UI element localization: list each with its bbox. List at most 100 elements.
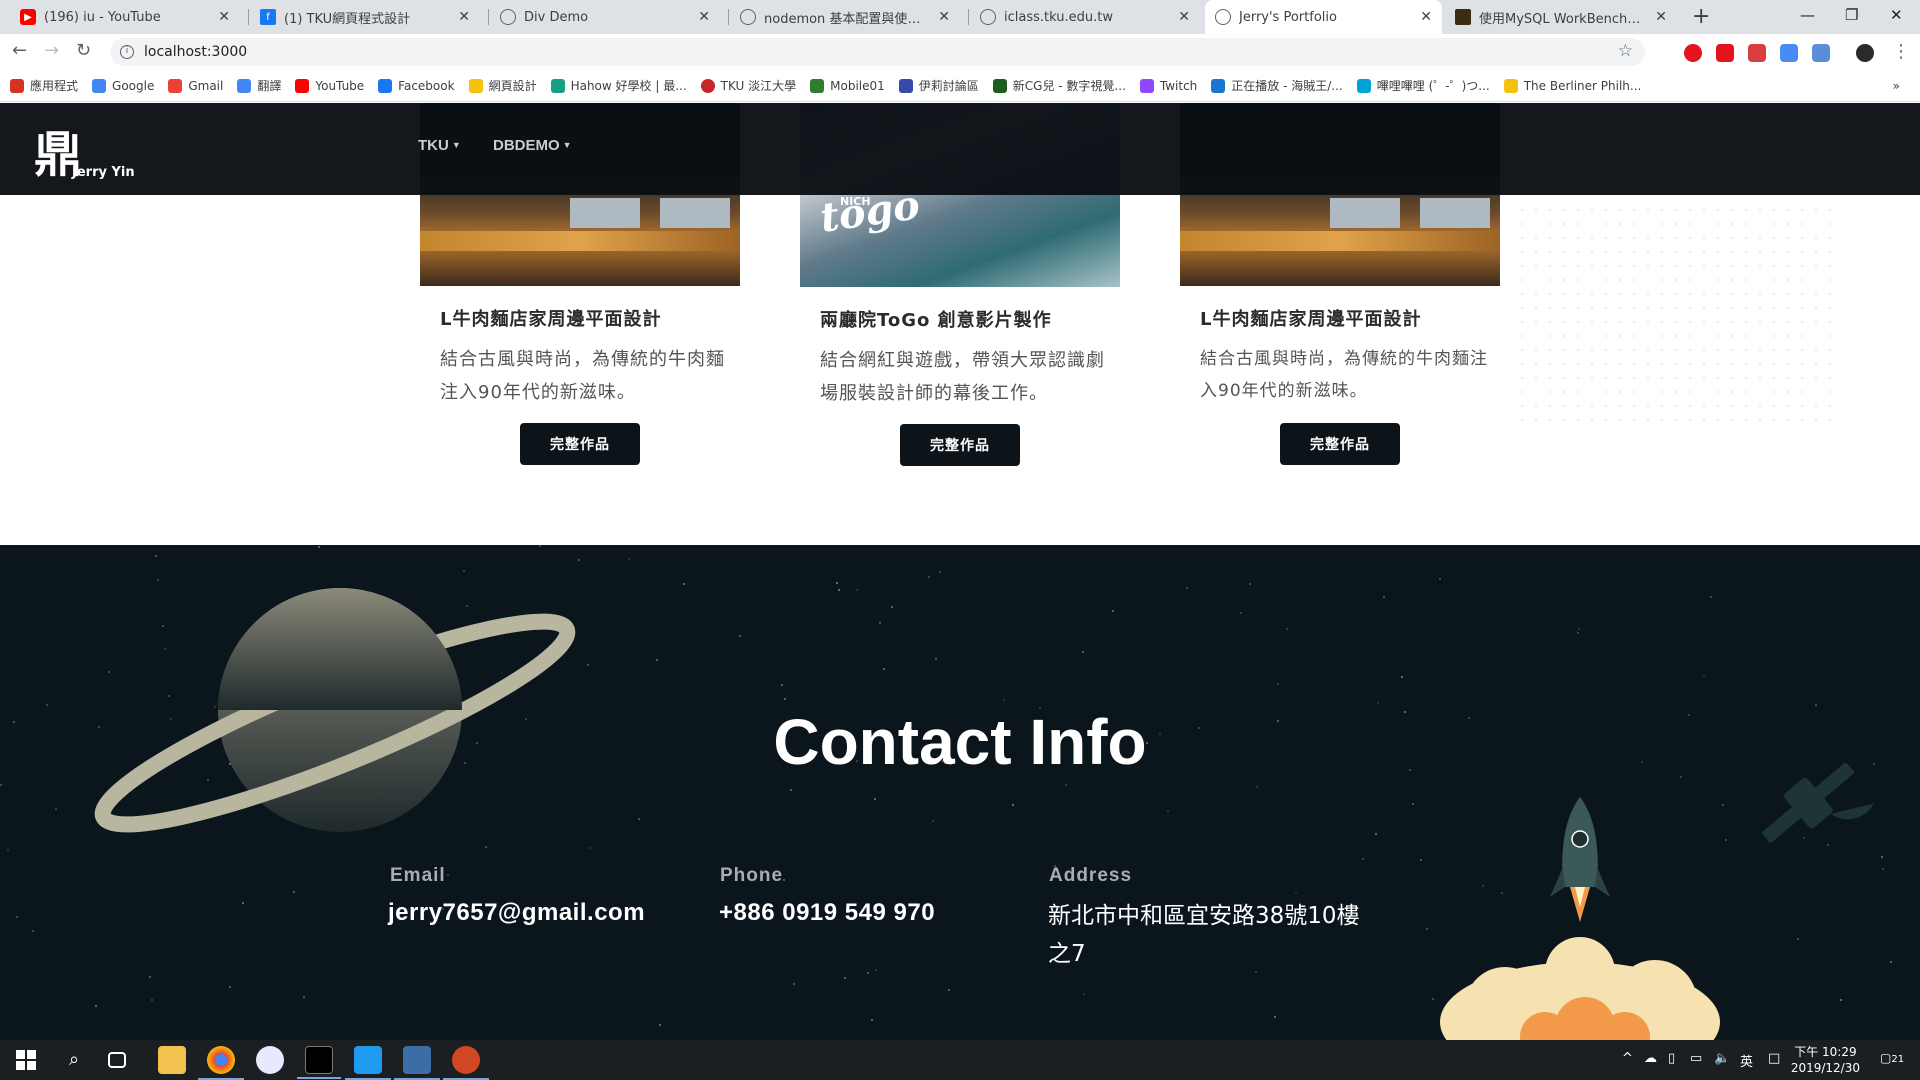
star-dot [838,588,841,591]
bookmark-mobile01[interactable]: Mobile01 [810,78,885,93]
star-dot [1064,783,1067,786]
youtube-icon: ▶ [20,9,36,25]
bookmark-gmail[interactable]: Gmail [168,78,223,93]
terminal-icon[interactable] [297,1046,341,1079]
mobile01-icon [810,78,825,93]
battery-icon[interactable]: ▯ [1668,1051,1675,1066]
browser-tab-active[interactable]: Jerry's Portfolio ✕ [1205,0,1442,34]
avatar[interactable] [1856,44,1874,62]
bookmark-tku[interactable]: TKU 淡江大學 [700,77,796,94]
nav-dropdown-tku[interactable]: TKU ▼ [418,137,461,154]
itunes-icon[interactable] [256,1046,284,1074]
bookmark-twitch[interactable]: Twitch [1139,78,1197,93]
task-view-icon[interactable] [108,1052,126,1068]
file-explorer-icon[interactable] [158,1046,186,1074]
onedrive-icon[interactable]: ☁ [1644,1051,1657,1066]
close-tab-icon[interactable]: ✕ [458,9,470,25]
bookmark-anime[interactable]: 正在播放 - 海賊王/... [1211,77,1343,94]
browser-tab[interactable]: 使用MySQL WorkBench匯入資料 ✕ [1445,0,1677,34]
star-dot [836,581,839,584]
new-tab-button[interactable]: + [1692,4,1710,29]
star-dot [149,975,152,978]
address-label: Address [1049,865,1133,886]
vscode-icon[interactable] [345,1046,391,1080]
forward-icon[interactable]: → [44,40,59,61]
bookmark-translate[interactable]: 翻譯 [237,77,281,94]
bookmark-cg[interactable]: 新CG兒 - 數字視覺... [992,77,1126,94]
view-work-button[interactable]: 完整作品 [520,423,640,465]
email-label: Email [390,865,446,886]
close-tab-icon[interactable]: ✕ [698,9,710,25]
star-dot [155,555,158,558]
star-dot [739,635,742,638]
star-dot [883,668,886,671]
extension-icon[interactable] [1716,44,1734,62]
bookmark-eyny[interactable]: 伊莉討論區 [898,77,979,94]
restore-icon[interactable]: ❐ [1845,6,1858,24]
star-dot [1362,858,1365,861]
info-icon[interactable]: i [120,45,134,59]
contact-title: Contact Info [773,706,1147,778]
more-bookmarks-icon[interactable]: » [1893,79,1900,93]
close-tab-icon[interactable]: ✕ [1178,9,1190,25]
star-dot [891,606,894,609]
chrome-icon[interactable] [198,1046,244,1080]
notification-center-icon[interactable]: ▢21 [1880,1051,1904,1065]
star-dot [682,582,685,585]
windows-start-icon[interactable] [12,1046,40,1074]
browser-tab[interactable]: nodemon 基本配置與使用 - 壹言 ✕ [730,0,960,34]
bookmark-bilibili[interactable]: 嗶哩嗶哩 (゜-゜)つ... [1356,77,1490,94]
globe-icon [500,9,516,25]
view-work-button[interactable]: 完整作品 [1280,423,1400,465]
menu-icon[interactable]: ⋮ [1892,41,1910,62]
browser-tab[interactable]: ▶ (196) iu - YouTube ✕ [10,0,240,34]
view-work-button[interactable]: 完整作品 [900,424,1020,466]
bookmark-folder[interactable]: 網頁設計 [468,77,537,94]
browser-tab[interactable]: Div Demo ✕ [490,0,720,34]
bookmark-apps[interactable]: 應用程式 [10,77,78,94]
close-tab-icon[interactable]: ✕ [218,9,230,25]
browser-tab-strip: ▶ (196) iu - YouTube ✕ f (1) TKU網頁程式設計 ✕… [0,0,1920,34]
taskbar-clock[interactable]: 下午 10:29 2019/12/30 [1791,1044,1860,1076]
card-title: 兩廳院ToGo 創意影片製作 [820,310,1052,331]
tray-chevron-icon[interactable]: ^ [1622,1051,1633,1066]
close-window-icon[interactable]: ✕ [1890,6,1903,24]
email-value[interactable]: jerry7657@gmail.com [388,899,645,927]
mysql-workbench-icon[interactable] [394,1046,440,1080]
star-dot [1286,627,1289,630]
close-tab-icon[interactable]: ✕ [1655,9,1667,25]
volume-icon[interactable]: 🔈 [1714,1051,1730,1066]
site-logo[interactable]: 鼎 Jerry Yin [34,115,144,185]
language-icon[interactable]: □ [1768,1051,1780,1066]
star-dot [1255,785,1258,788]
star-dot [0,783,3,786]
browser-tab[interactable]: iclass.tku.edu.tw ✕ [970,0,1200,34]
bookmark-google[interactable]: Google [92,78,154,93]
network-icon[interactable]: ▭ [1690,1051,1702,1066]
star-dot [931,819,934,822]
browser-tab[interactable]: f (1) TKU網頁程式設計 ✕ [250,0,480,34]
nav-dropdown-dbdemo[interactable]: DBDEMO ▼ [493,137,572,154]
powerpoint-icon[interactable] [443,1046,489,1080]
close-tab-icon[interactable]: ✕ [1420,9,1432,25]
close-tab-icon[interactable]: ✕ [938,9,950,25]
ime-indicator[interactable]: 英 [1740,1051,1753,1070]
pocket-icon[interactable] [1748,44,1766,62]
star-dot [789,788,792,791]
extension-icon[interactable] [1812,44,1830,62]
reload-icon[interactable]: ↻ [76,40,91,61]
star-dot [783,698,786,701]
search-icon[interactable]: ⌕ [60,1046,88,1074]
bookmark-berliner[interactable]: The Berliner Philh... [1503,78,1641,93]
bookmark-hahow[interactable]: Hahow 好學校 | 最... [550,77,687,94]
translate-icon[interactable] [1780,44,1798,62]
phone-value[interactable]: +886 0919 549 970 [719,899,935,927]
bookmark-youtube[interactable]: YouTube [295,78,364,93]
opera-icon[interactable] [1684,44,1702,62]
minimize-icon[interactable]: — [1800,6,1815,24]
bookmark-star-icon[interactable]: ☆ [1618,41,1633,61]
address-bar[interactable]: i localhost:3000 ☆ [110,38,1645,66]
bookmark-facebook[interactable]: Facebook [378,78,455,93]
star-dot [485,846,488,849]
back-icon[interactable]: ← [12,40,27,61]
